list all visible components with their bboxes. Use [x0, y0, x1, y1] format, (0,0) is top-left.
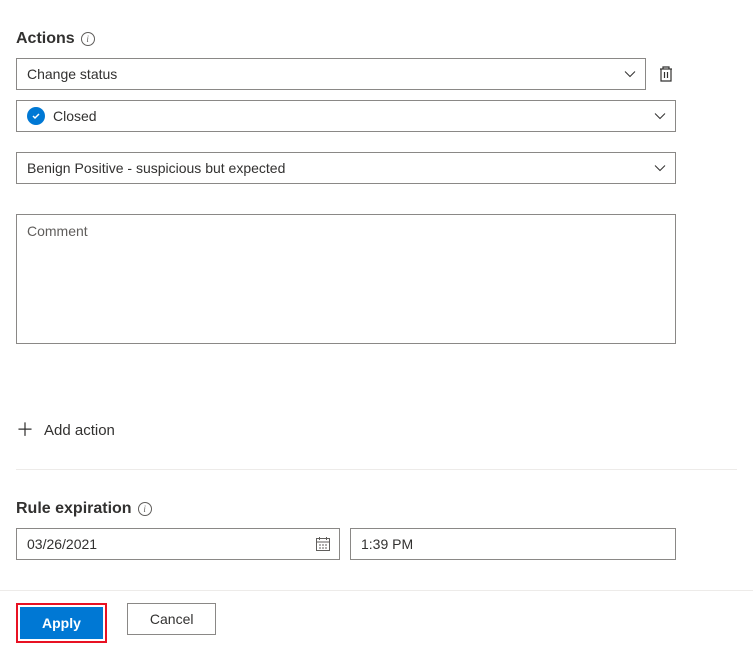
comment-textarea[interactable]: [16, 214, 676, 344]
add-action-label: Add action: [44, 422, 115, 439]
chevron-down-icon: [653, 161, 667, 175]
change-status-dropdown[interactable]: Change status: [16, 58, 646, 90]
date-value: 03/26/2021: [27, 536, 97, 552]
classification-dropdown[interactable]: Benign Positive - suspicious but expecte…: [16, 152, 676, 184]
actions-title: Actions: [16, 30, 75, 48]
apply-highlight: Apply: [16, 603, 107, 643]
expiration-title: Rule expiration: [16, 500, 132, 518]
chevron-down-icon: [653, 109, 667, 123]
cancel-button[interactable]: Cancel: [127, 603, 217, 635]
plus-icon: ＋: [16, 421, 34, 439]
check-circle-icon: [27, 107, 45, 125]
expiration-header: Rule expiration i: [16, 500, 737, 518]
actions-header: Actions i: [16, 30, 737, 48]
chevron-down-icon: [623, 67, 637, 81]
apply-button[interactable]: Apply: [20, 607, 103, 639]
info-icon[interactable]: i: [138, 502, 152, 516]
time-input[interactable]: [350, 528, 676, 560]
classification-value: Benign Positive - suspicious but expecte…: [27, 160, 285, 176]
date-picker[interactable]: 03/26/2021: [16, 528, 340, 560]
section-divider: [16, 469, 737, 470]
status-value: Closed: [53, 108, 97, 124]
change-status-label: Change status: [27, 66, 117, 82]
info-icon[interactable]: i: [81, 32, 95, 46]
add-action-button[interactable]: ＋ Add action: [16, 417, 737, 443]
calendar-icon: [315, 536, 331, 552]
status-dropdown[interactable]: Closed: [16, 100, 676, 132]
delete-action-button[interactable]: [656, 64, 676, 84]
